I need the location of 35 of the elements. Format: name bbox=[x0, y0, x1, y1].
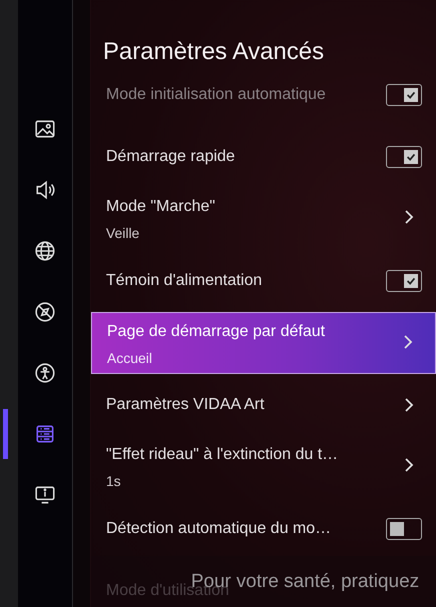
block-icon bbox=[34, 301, 56, 323]
checkbox[interactable] bbox=[386, 270, 422, 292]
globe-icon bbox=[34, 240, 56, 262]
checkbox[interactable] bbox=[386, 518, 422, 540]
setting-value: Accueil bbox=[107, 350, 154, 366]
selection-bar bbox=[3, 409, 8, 459]
checkmark-icon bbox=[405, 275, 417, 287]
setting-label[interactable]: Démarrage rapide bbox=[106, 148, 386, 166]
sound-icon bbox=[34, 179, 56, 201]
setting-label[interactable]: Détection automatique du mo… bbox=[106, 520, 386, 538]
setting-label[interactable]: Mode "Marche" bbox=[106, 198, 404, 216]
monitor-icon bbox=[34, 484, 56, 506]
picture-icon bbox=[34, 118, 56, 140]
list-icon bbox=[34, 423, 56, 445]
checkmark-icon bbox=[405, 89, 417, 101]
setting-label[interactable]: Paramètres VIDAA Art bbox=[106, 396, 404, 414]
setting-label[interactable]: Témoin d'alimentation bbox=[106, 272, 386, 290]
person-icon bbox=[34, 362, 56, 384]
checkmark-icon bbox=[405, 151, 417, 163]
chevron-right-icon bbox=[404, 458, 414, 472]
chevron-right-icon bbox=[404, 210, 414, 224]
page-title: Paramètres Avancés bbox=[102, 37, 326, 64]
settings-row[interactable]: Page de démarrage par défaut Accueil bbox=[91, 312, 436, 374]
setting-label: Page de démarrage par défaut bbox=[107, 323, 326, 341]
setting-value: 1s bbox=[106, 473, 122, 489]
checkbox[interactable] bbox=[386, 146, 422, 168]
sidebar-tab[interactable] bbox=[33, 300, 57, 324]
sidebar-tab[interactable] bbox=[33, 361, 57, 385]
chevron-right-icon bbox=[403, 335, 413, 349]
checkbox[interactable] bbox=[386, 84, 422, 106]
setting-label[interactable]: "Effet rideau" à l'extinction du t… bbox=[106, 446, 404, 464]
setting-value: Veille bbox=[106, 225, 140, 241]
setting-label[interactable]: Mode initialisation automatique bbox=[106, 86, 386, 104]
chevron-right-icon bbox=[404, 398, 414, 412]
sidebar-tab[interactable] bbox=[33, 239, 57, 263]
